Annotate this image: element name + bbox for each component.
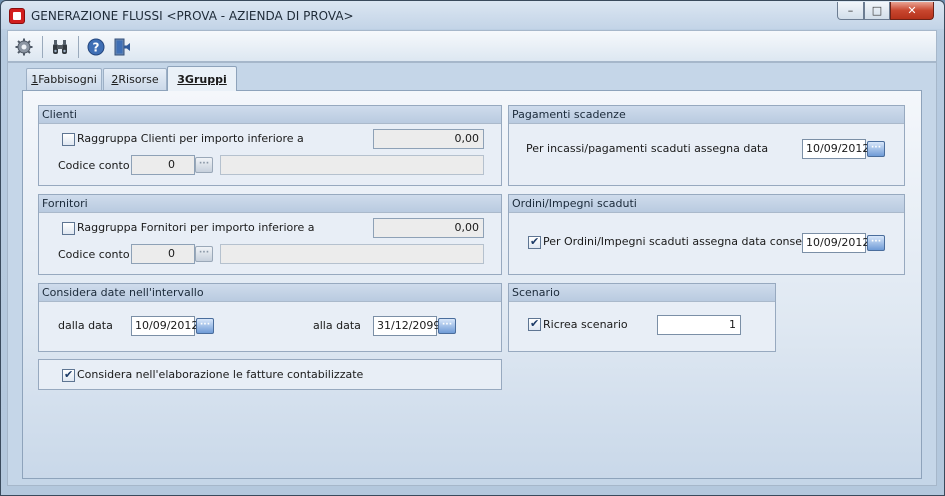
tab-gruppi-label: Gruppi (184, 72, 227, 86)
pagamenti-label: Per incassi/pagamenti scaduti assegna da… (526, 142, 769, 155)
intervallo-group-title: Considera date nell'intervallo (39, 284, 501, 302)
toolbar-separator (78, 36, 79, 58)
scenario-number-field[interactable]: 1 (657, 315, 741, 335)
dalla-data-label: dalla data (58, 319, 113, 332)
svg-text:?: ? (93, 41, 100, 55)
clienti-group: Clienti Raggruppa Clienti per importo in… (38, 105, 502, 186)
dalla-data-picker-button[interactable]: ··· (196, 318, 214, 334)
ricrea-scenario-checkbox[interactable] (528, 317, 541, 331)
raggruppa-fornitori-checkbox[interactable] (62, 222, 75, 235)
ordini-data-picker-button[interactable]: ··· (867, 235, 885, 251)
minimize-button[interactable]: – (837, 2, 864, 20)
help-icon[interactable]: ? (86, 37, 106, 57)
clienti-codice-conto-field[interactable]: 0 (131, 155, 195, 175)
raggruppa-clienti-label: Raggruppa Clienti per importo inferiore … (77, 132, 304, 145)
pagamenti-data-picker-button[interactable]: ··· (867, 141, 885, 157)
pagamenti-group: Pagamenti scadenze Per incassi/pagamenti… (508, 105, 905, 186)
toolbar-separator (42, 36, 43, 58)
ordini-group-title: Ordini/Impegni scaduti (509, 195, 904, 213)
fornitori-codice-lookup-button[interactable]: ··· (195, 246, 213, 262)
fornitori-codice-conto-field[interactable]: 0 (131, 244, 195, 264)
scenario-group-title: Scenario (509, 284, 775, 302)
gear-icon[interactable] (14, 37, 34, 57)
alla-data-field[interactable]: 31/12/2099 (373, 316, 440, 336)
alla-data-label: alla data (313, 319, 361, 332)
tab-fabbisogni-label: Fabbisogni (38, 73, 97, 86)
binoculars-icon[interactable] (50, 37, 70, 57)
ordini-label: Per Ordini/Impegni scaduti assegna data … (543, 235, 823, 248)
tab-fabbisogni-key: 1 (31, 73, 39, 86)
fatture-group: Considera nell'elaborazione le fatture c… (38, 359, 502, 390)
toolbar: ? (7, 30, 937, 62)
clienti-descrizione-field[interactable] (220, 155, 484, 175)
ordini-group: Ordini/Impegni scaduti Per Ordini/Impegn… (508, 194, 905, 275)
app-icon[interactable] (9, 8, 25, 24)
close-button[interactable]: ✕ (890, 2, 934, 20)
exit-door-icon[interactable] (113, 37, 133, 57)
title-bar[interactable]: GENERAZIONE FLUSSI <PROVA - AZIENDA DI P… (1, 1, 944, 29)
intervallo-group: Considera date nell'intervallo dalla dat… (38, 283, 502, 352)
window-title: GENERAZIONE FLUSSI <PROVA - AZIENDA DI P… (31, 9, 354, 23)
raggruppa-fornitori-label: Raggruppa Fornitori per importo inferior… (77, 221, 315, 234)
fornitori-group: Fornitori Raggruppa Fornitori per import… (38, 194, 502, 275)
tab-gruppi-key: 3 (177, 72, 185, 86)
tab-risorse[interactable]: 2 Risorse (103, 68, 167, 90)
clienti-codice-lookup-button[interactable]: ··· (195, 157, 213, 173)
pagamenti-data-field[interactable]: 10/09/2012 (802, 139, 869, 159)
fornitori-group-title: Fornitori (39, 195, 501, 213)
clienti-importo-field[interactable]: 0,00 (373, 129, 484, 149)
raggruppa-clienti-checkbox[interactable] (62, 133, 75, 146)
dalla-data-field[interactable]: 10/09/2012 (131, 316, 198, 336)
fatture-contabilizzate-label: Considera nell'elaborazione le fatture c… (77, 368, 364, 381)
fornitori-descrizione-field[interactable] (220, 244, 484, 264)
pagamenti-group-title: Pagamenti scadenze (509, 106, 904, 124)
tab-fabbisogni[interactable]: 1 Fabbisogni (26, 68, 102, 90)
alla-data-picker-button[interactable]: ··· (438, 318, 456, 334)
tab-risorse-label: Risorse (118, 73, 159, 86)
ordini-data-field[interactable]: 10/09/2012 (802, 233, 869, 253)
fatture-contabilizzate-checkbox[interactable] (62, 368, 75, 382)
maximize-button[interactable]: □ (864, 2, 890, 20)
ricrea-scenario-label: Ricrea scenario (543, 318, 628, 331)
clienti-codice-conto-label: Codice conto (58, 159, 130, 172)
fornitori-codice-conto-label: Codice conto (58, 248, 130, 261)
tab-gruppi[interactable]: 3 Gruppi (167, 66, 237, 91)
tab-risorse-key: 2 (111, 73, 119, 86)
clienti-group-title: Clienti (39, 106, 501, 124)
scenario-group: Scenario Ricrea scenario 1 (508, 283, 776, 352)
fornitori-importo-field[interactable]: 0,00 (373, 218, 484, 238)
ordini-checkbox[interactable] (528, 235, 541, 249)
